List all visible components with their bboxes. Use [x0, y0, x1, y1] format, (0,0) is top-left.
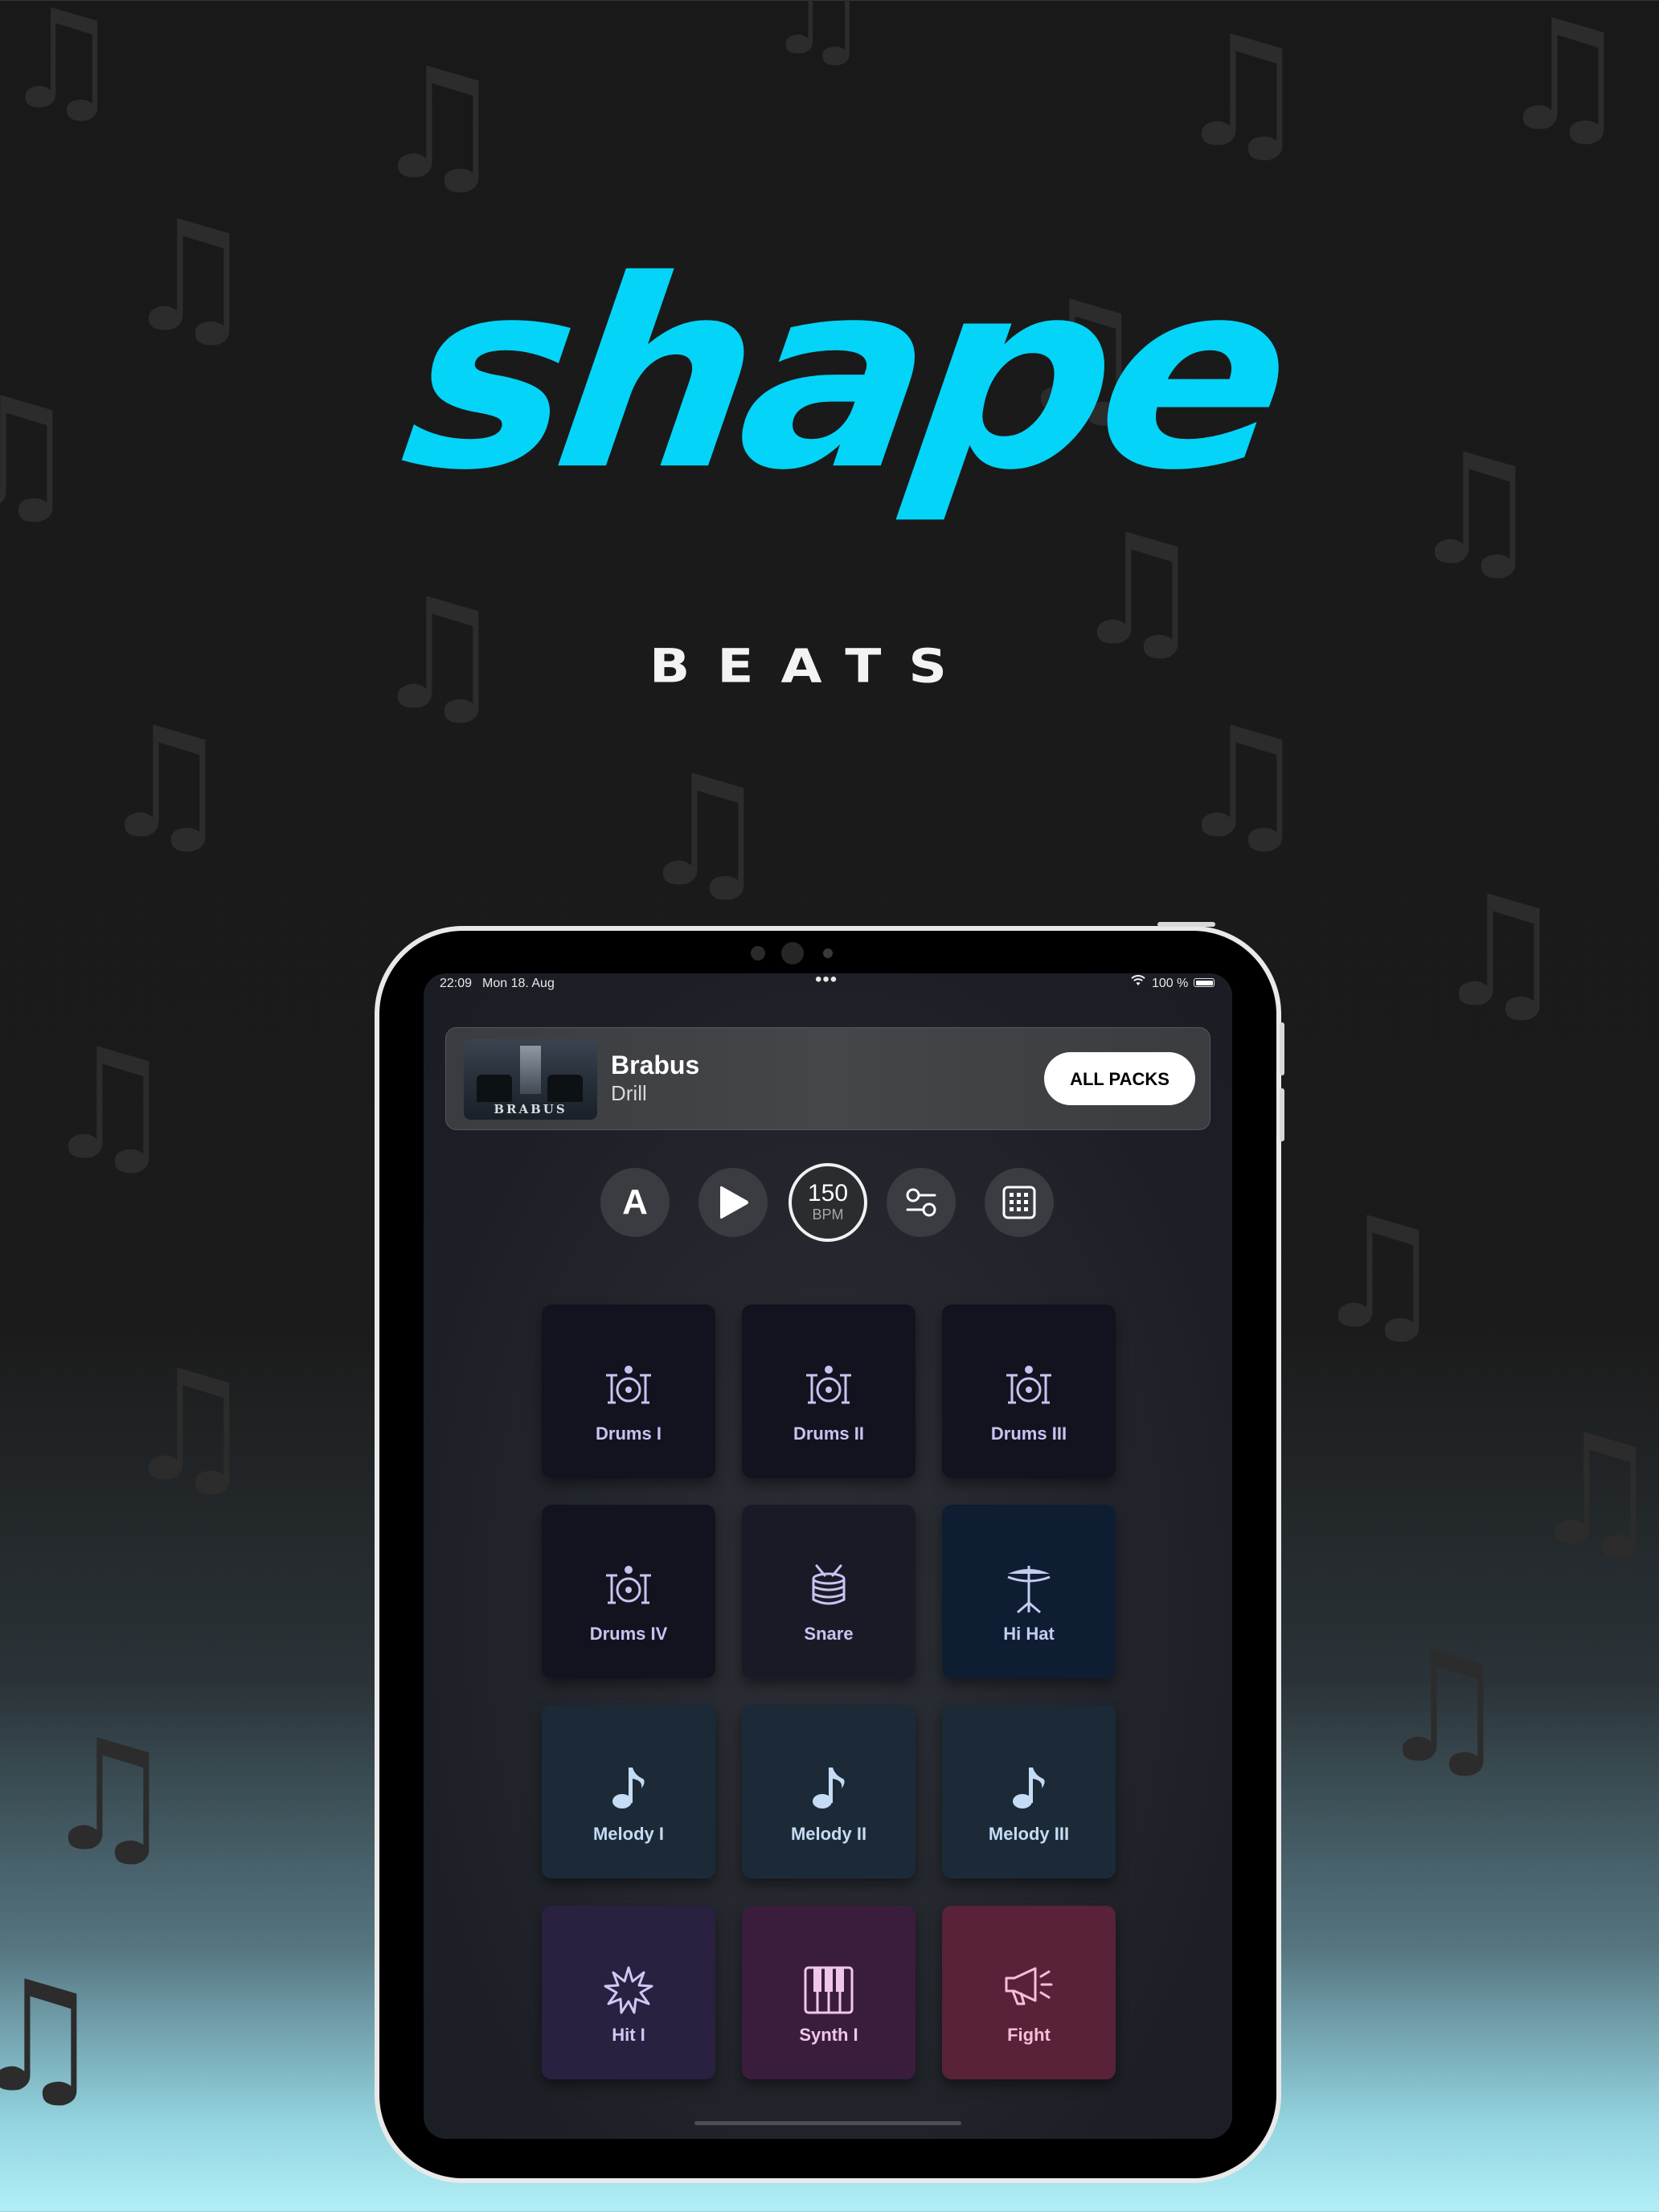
grid-icon	[1002, 1186, 1036, 1219]
pad-hi-hat[interactable]: Hi Hat	[942, 1505, 1116, 1678]
pad-label: Snare	[804, 1624, 854, 1644]
music-note-icon	[542, 1764, 715, 1813]
status-bar: 22:09 Mon 18. Aug ••• 100 %	[424, 973, 1232, 1001]
top-button	[1157, 922, 1215, 927]
pad-label: Drums II	[793, 1423, 865, 1444]
mixer-settings-button[interactable]	[887, 1168, 956, 1237]
volume-up-button	[1280, 1022, 1284, 1075]
pad-label: Drums IV	[589, 1624, 668, 1644]
piano-keys-icon	[742, 1965, 916, 2014]
pad-drums-ii[interactable]: Drums II	[742, 1305, 916, 1478]
pad-grid-button[interactable]	[985, 1168, 1054, 1237]
brand-logo: shape	[389, 224, 1299, 528]
bpm-control[interactable]: 150 BPM	[789, 1163, 867, 1242]
music-note-icon: ♫	[0, 365, 81, 543]
pad-melody-ii[interactable]: Melody II	[742, 1705, 916, 1878]
music-note-icon: ♫	[1374, 1619, 1512, 1796]
bpm-value: 150	[807, 1180, 849, 1206]
pad-label: Synth I	[799, 2025, 858, 2045]
hi-hat-icon	[942, 1564, 1116, 1614]
music-note-icon	[942, 1764, 1116, 1813]
music-note-icon: ♫	[1174, 3, 1311, 181]
pad-label: Melody III	[988, 1824, 1070, 1844]
snare-drum-icon	[742, 1564, 916, 1612]
pad-label: Hit I	[612, 2025, 645, 2045]
music-note-icon: ♫	[1527, 1402, 1659, 1579]
ambient-sensor-icon	[823, 948, 833, 958]
camera-icon	[781, 942, 804, 965]
pad-hit-i[interactable]: Hit I	[542, 1906, 715, 2079]
status-date: Mon 18. Aug	[482, 977, 555, 990]
pack-title: Brabus	[611, 1051, 700, 1079]
multitasking-dots-icon[interactable]: •••	[815, 973, 838, 991]
drum-kit-icon	[542, 1564, 715, 1612]
pad-label: Drums I	[596, 1423, 662, 1444]
music-note-icon: ♫	[1495, 0, 1632, 165]
burst-icon	[542, 1965, 715, 2014]
status-time: 22:09	[440, 977, 473, 990]
sliders-icon	[906, 1188, 936, 1217]
battery-percent: 100 %	[1152, 977, 1189, 990]
music-note-icon: ♫	[1407, 421, 1544, 599]
music-note-icon: ♫	[0, 1948, 105, 2126]
music-note-icon: ♫	[1069, 502, 1206, 679]
sensor-icon	[751, 946, 765, 961]
pad-synth-i[interactable]: Synth I	[742, 1906, 916, 2079]
mode-a-button[interactable]: A	[600, 1168, 670, 1237]
megaphone-icon	[942, 1965, 1116, 2013]
pad-label: Hi Hat	[1003, 1624, 1055, 1644]
drum-kit-icon	[742, 1364, 916, 1412]
brand-subtitle: BEATS	[649, 638, 974, 694]
pack-artwork: BRABUS	[464, 1039, 597, 1120]
pad-label: Melody II	[790, 1824, 867, 1844]
music-note-icon: ♫	[764, 0, 872, 82]
volume-down-button	[1280, 1088, 1284, 1141]
pad-snare[interactable]: Snare	[742, 1505, 916, 1678]
pad-melody-i[interactable]: Melody I	[542, 1705, 715, 1878]
music-note-icon: ♫	[370, 35, 507, 213]
music-note-icon: ♫	[96, 694, 234, 872]
pad-fight[interactable]: Fight	[942, 1906, 1116, 2079]
pad-label: Drums III	[990, 1423, 1067, 1444]
pad-drums-i[interactable]: Drums I	[542, 1305, 715, 1478]
home-indicator[interactable]	[694, 2121, 961, 2125]
music-note-icon	[742, 1764, 916, 1813]
pad-label: Melody I	[592, 1824, 664, 1844]
music-note-icon: ♫	[1310, 1185, 1448, 1362]
music-note-icon: ♫	[370, 566, 507, 743]
drum-kit-icon	[542, 1364, 715, 1412]
wifi-icon	[1131, 975, 1145, 990]
music-note-icon: ♫	[0, 0, 123, 140]
all-packs-button[interactable]: ALL PACKS	[1044, 1052, 1195, 1105]
drum-kit-icon	[942, 1364, 1116, 1412]
music-note-icon: ♫	[121, 188, 258, 366]
app-screen: 22:09 Mon 18. Aug ••• 100 % BRABUS Brabu…	[424, 973, 1232, 2139]
music-note-icon: ♫	[40, 1016, 178, 1194]
music-note-icon: ♫	[40, 1707, 178, 1885]
pad-drums-iv[interactable]: Drums IV	[542, 1505, 715, 1678]
bpm-unit: BPM	[812, 1206, 844, 1223]
music-note-icon: ♫	[121, 1337, 258, 1515]
pad-drums-iii[interactable]: Drums III	[942, 1305, 1116, 1478]
pad-label: Fight	[1007, 2025, 1051, 2045]
music-note-icon: ♫	[635, 743, 772, 920]
pack-artwork-label: BRABUS	[494, 1102, 567, 1116]
battery-icon	[1194, 978, 1215, 987]
play-icon	[720, 1186, 748, 1219]
music-note-icon: ♫	[1431, 863, 1568, 1041]
current-pack-bar[interactable]: BRABUS Brabus Drill ALL PACKS	[445, 1027, 1210, 1130]
music-note-icon: ♫	[1174, 694, 1311, 872]
pad-melody-iii[interactable]: Melody III	[942, 1705, 1116, 1878]
play-button[interactable]	[698, 1168, 768, 1237]
pack-genre: Drill	[611, 1081, 647, 1105]
